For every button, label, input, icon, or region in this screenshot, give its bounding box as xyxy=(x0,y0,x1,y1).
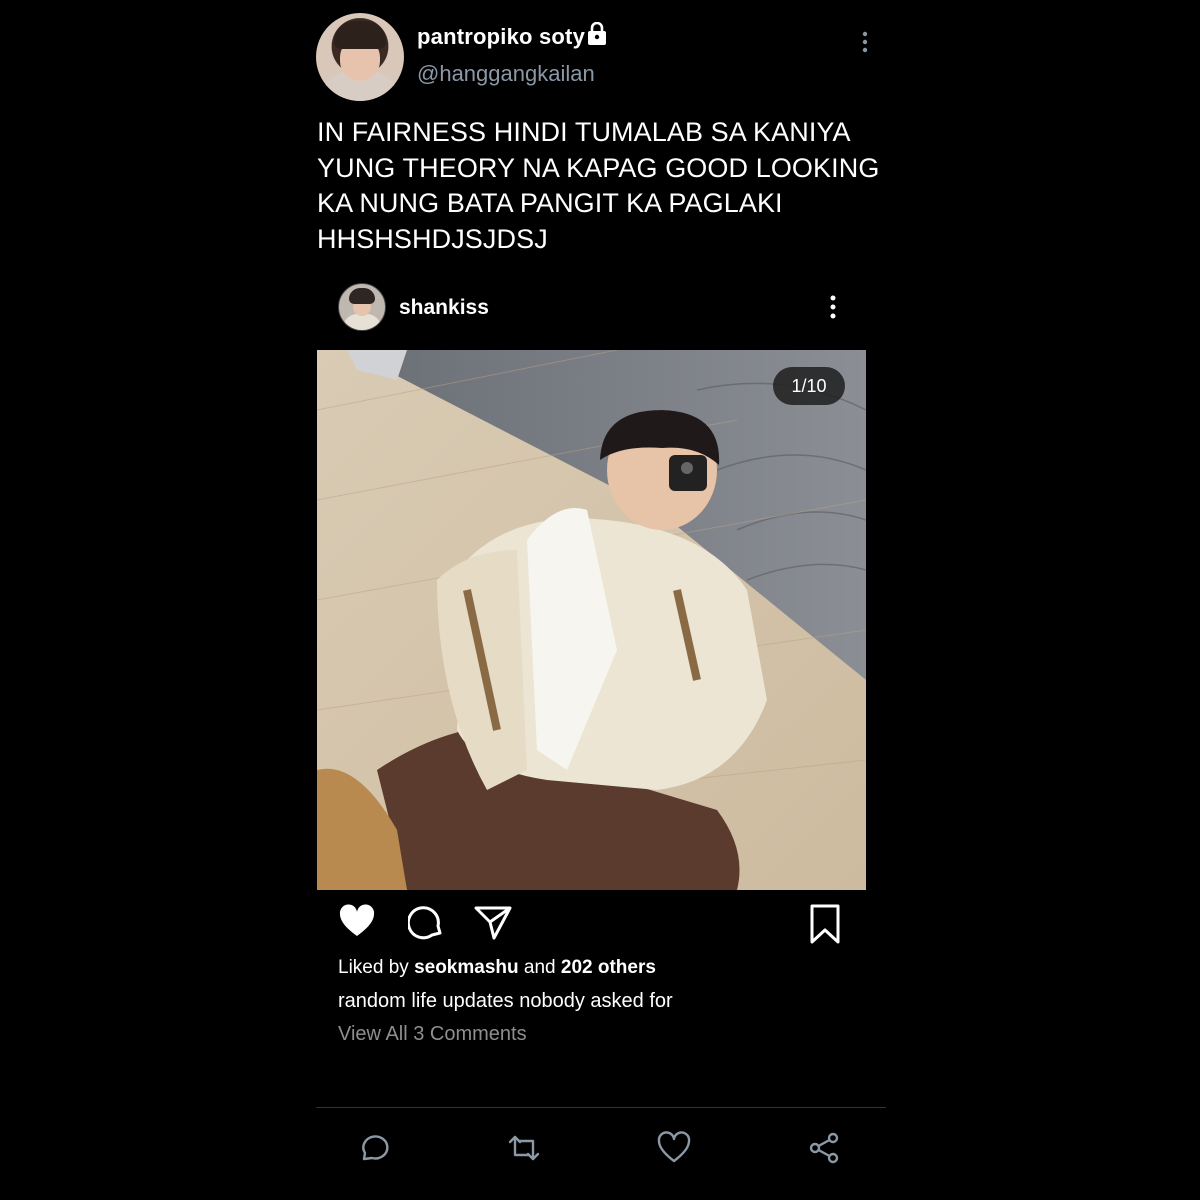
avatar-hair xyxy=(334,21,386,49)
retweet-icon[interactable] xyxy=(507,1131,541,1165)
liked-mid: and xyxy=(523,957,556,978)
display-name[interactable]: pantropiko soty xyxy=(417,24,585,50)
more-vertical-icon[interactable] xyxy=(853,30,877,54)
instagram-avatar[interactable] xyxy=(338,283,386,331)
liked-user[interactable]: seokmashu xyxy=(414,957,519,978)
ig-avatar-body xyxy=(343,314,381,330)
divider xyxy=(316,1107,886,1108)
likes-summary: Liked by seokmashu and 202 others xyxy=(338,957,656,979)
share-icon[interactable] xyxy=(807,1131,841,1165)
tweet-card: pantropiko soty @hanggangkailan IN FAIRN… xyxy=(316,0,886,1200)
ig-avatar-hair xyxy=(349,288,375,304)
comment-icon[interactable] xyxy=(408,904,444,940)
instagram-photo[interactable] xyxy=(317,350,866,890)
photo-counter-badge: 1/10 xyxy=(773,367,845,405)
heart-filled-icon[interactable] xyxy=(339,904,375,938)
post-caption: random life updates nobody asked for xyxy=(338,990,673,1012)
bookmark-icon[interactable] xyxy=(810,904,840,944)
instagram-more-icon[interactable] xyxy=(821,294,845,320)
send-icon[interactable] xyxy=(474,904,512,940)
tweet-text: IN FAIRNESS HINDI TUMALAB SA KANIYA YUNG… xyxy=(317,117,880,254)
user-handle[interactable]: @hanggangkailan xyxy=(417,61,595,87)
instagram-username[interactable]: shankiss xyxy=(399,296,489,320)
lock-icon xyxy=(588,22,606,45)
liked-prefix: Liked by xyxy=(338,957,409,978)
profile-avatar[interactable] xyxy=(316,13,404,101)
reply-icon[interactable] xyxy=(358,1131,392,1165)
like-icon[interactable] xyxy=(657,1131,691,1165)
view-all-comments-link[interactable]: View All 3 Comments xyxy=(338,1023,527,1046)
liked-others[interactable]: 202 others xyxy=(561,957,656,978)
